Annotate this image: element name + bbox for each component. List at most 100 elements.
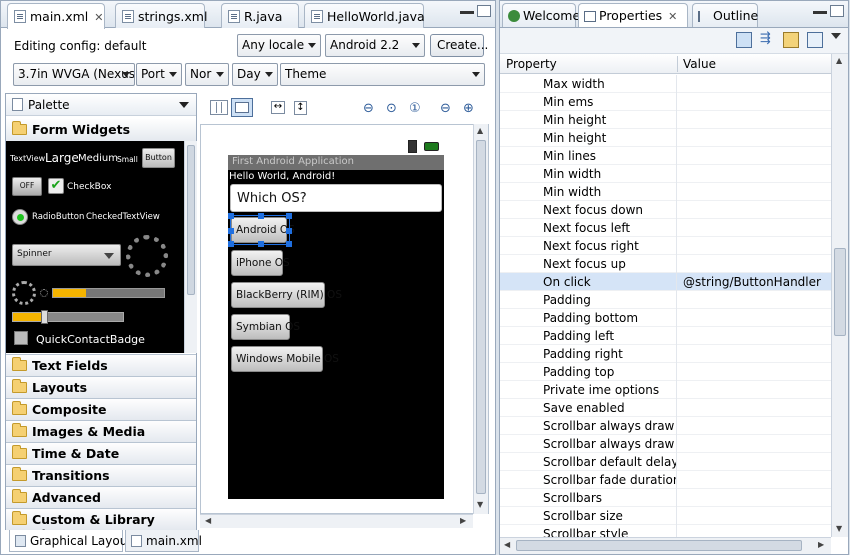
property-row[interactable]: Padding (500, 291, 831, 309)
property-row[interactable]: Padding top (500, 363, 831, 381)
screen-size-dropdown[interactable]: 3.7in WVGA (Nexus (13, 63, 135, 86)
scroll-left-icon[interactable]: ◀ (205, 516, 211, 525)
dock-mode-dropdown[interactable]: Nor (185, 63, 229, 86)
category-time-date[interactable]: Time & Date (6, 442, 196, 464)
zoom-plus-icon[interactable]: ⊕ (463, 101, 474, 116)
resize-handle[interactable] (286, 213, 292, 219)
progress-medium-icon[interactable] (12, 281, 36, 305)
tab-graphical-layout[interactable]: Graphical Layout (9, 530, 132, 552)
checkbox-checked-icon[interactable]: ✔ (48, 178, 64, 194)
property-row[interactable]: Min width (500, 183, 831, 201)
show-categories-icon[interactable] (736, 32, 752, 48)
property-row[interactable]: Scrollbar size (500, 507, 831, 525)
property-value[interactable]: @string/ButtonHandler (683, 275, 823, 289)
widget-radiobutton-label[interactable]: RadioButton (32, 212, 84, 222)
scroll-right-icon[interactable]: ▶ (818, 540, 824, 549)
properties-vertical-scrollbar[interactable]: ▲ ▼ (831, 54, 848, 537)
widget-quickcontactbadge[interactable]: QuickContactBadge (36, 333, 145, 346)
blackberry-os-button[interactable]: BlackBerry (RIM) OS (231, 282, 342, 308)
category-form-widgets[interactable]: Form Widgets (6, 119, 196, 141)
property-row[interactable]: Save enabled (500, 399, 831, 417)
property-row[interactable]: Scrollbar style (500, 525, 831, 537)
property-row[interactable]: Private ime options (500, 381, 831, 399)
tab-strings-xml[interactable]: strings.xml (115, 3, 207, 28)
property-row[interactable]: Min ems (500, 93, 831, 111)
theme-dropdown[interactable]: Theme (280, 63, 485, 86)
property-row[interactable]: Scrollbar default delay be (500, 453, 831, 471)
zoom-actual-icon[interactable]: ① (409, 101, 421, 116)
which-os-edittext[interactable]: Which OS? (230, 184, 442, 212)
resize-handle[interactable] (228, 228, 234, 234)
zoom-out-icon[interactable]: ⊖ (363, 101, 374, 116)
widget-small-text[interactable]: Small (117, 155, 138, 164)
property-row[interactable]: Scrollbar always draw ver (500, 435, 831, 453)
tab-welcome[interactable]: Welcome (502, 3, 580, 27)
scrollbar-thumb[interactable] (476, 140, 486, 494)
property-row[interactable]: Scrollbars (500, 489, 831, 507)
property-row[interactable]: Padding bottom (500, 309, 831, 327)
column-divider[interactable] (677, 56, 678, 72)
resize-handle[interactable] (258, 241, 264, 247)
properties-horizontal-scrollbar[interactable]: ◀ ▶ (500, 537, 831, 554)
scrollbar-thumb[interactable] (834, 248, 846, 336)
view-menu-icon[interactable] (831, 33, 841, 39)
property-row[interactable]: Min height (500, 111, 831, 129)
radio-button-icon[interactable] (12, 209, 28, 225)
windows-mobile-os-button[interactable]: Windows Mobile OS (231, 346, 339, 372)
scroll-down-icon[interactable]: ▼ (836, 524, 842, 533)
property-row[interactable]: Next focus left (500, 219, 831, 237)
canvas-vertical-scrollbar[interactable]: ▲ ▼ (473, 124, 488, 514)
layout-horizontal-icon[interactable] (210, 100, 228, 115)
widget-medium-text[interactable]: Medium (78, 153, 118, 164)
widget-checkbox-label[interactable]: CheckBox (67, 182, 111, 192)
column-value[interactable]: Value (683, 57, 716, 71)
tab-r-java[interactable]: R.java (221, 3, 299, 28)
zoom-fit-icon[interactable]: ⊙ (386, 101, 397, 116)
category-images-media[interactable]: Images & Media (6, 420, 196, 442)
resize-handle[interactable] (228, 213, 234, 219)
maximize-icon[interactable] (830, 5, 844, 17)
close-icon[interactable]: ✕ (668, 10, 677, 23)
canvas-horizontal-scrollbar[interactable]: ◀ ▶ (200, 514, 473, 528)
create-config-button[interactable]: Create... (430, 34, 488, 57)
orientation-dropdown[interactable]: Port (136, 63, 182, 86)
property-row[interactable]: Next focus down (500, 201, 831, 219)
tab-xml-source[interactable]: main.xml (125, 530, 202, 552)
tab-helloworld-java[interactable]: HelloWorld.java (304, 3, 425, 28)
widget-textview[interactable]: TextView (10, 154, 45, 163)
column-property[interactable]: Property (506, 57, 557, 71)
category-transitions[interactable]: Transitions (6, 464, 196, 486)
fill-height-icon[interactable]: ↕ (294, 101, 307, 115)
category-layouts[interactable]: Layouts (6, 376, 196, 398)
resize-handle[interactable] (286, 241, 292, 247)
property-row[interactable]: Padding left (500, 327, 831, 345)
scroll-up-icon[interactable]: ▲ (477, 126, 483, 135)
category-custom-library-views[interactable]: Custom & Library Views (6, 508, 196, 542)
property-row[interactable]: Min height (500, 129, 831, 147)
scroll-up-icon[interactable]: ▲ (836, 56, 842, 65)
resize-handle[interactable] (258, 213, 264, 219)
property-row[interactable]: Scrollbar fade duration (500, 471, 831, 489)
target-dropdown[interactable]: Android 2.2 (325, 34, 425, 57)
resize-handle[interactable] (286, 228, 292, 234)
scroll-down-icon[interactable]: ▼ (477, 500, 483, 509)
scrollbar-thumb[interactable] (187, 145, 195, 295)
layout-vertical-icon[interactable] (231, 98, 253, 117)
scroll-right-icon[interactable]: ▶ (460, 516, 466, 525)
widget-large-text[interactable]: Large (45, 151, 79, 165)
scroll-left-icon[interactable]: ◀ (504, 540, 510, 549)
tab-properties[interactable]: Properties ✕ (578, 3, 688, 27)
filter-icon[interactable] (783, 32, 799, 48)
widget-button[interactable]: Button (142, 148, 175, 168)
progress-small-icon[interactable] (40, 289, 48, 297)
property-row[interactable]: Min width (500, 165, 831, 183)
chevron-down-icon[interactable] (179, 102, 189, 108)
pin-icon[interactable] (807, 32, 823, 48)
widget-seekbar[interactable] (12, 310, 124, 324)
iphone-os-button[interactable]: iPhone OS (231, 250, 290, 276)
progress-large-icon[interactable] (126, 235, 168, 277)
category-composite[interactable]: Composite (6, 398, 196, 420)
symbian-os-button[interactable]: Symbian OS (231, 314, 300, 340)
zoom-minus-icon[interactable]: ⊖ (440, 101, 451, 116)
widget-spinner[interactable]: Spinner (12, 244, 121, 266)
